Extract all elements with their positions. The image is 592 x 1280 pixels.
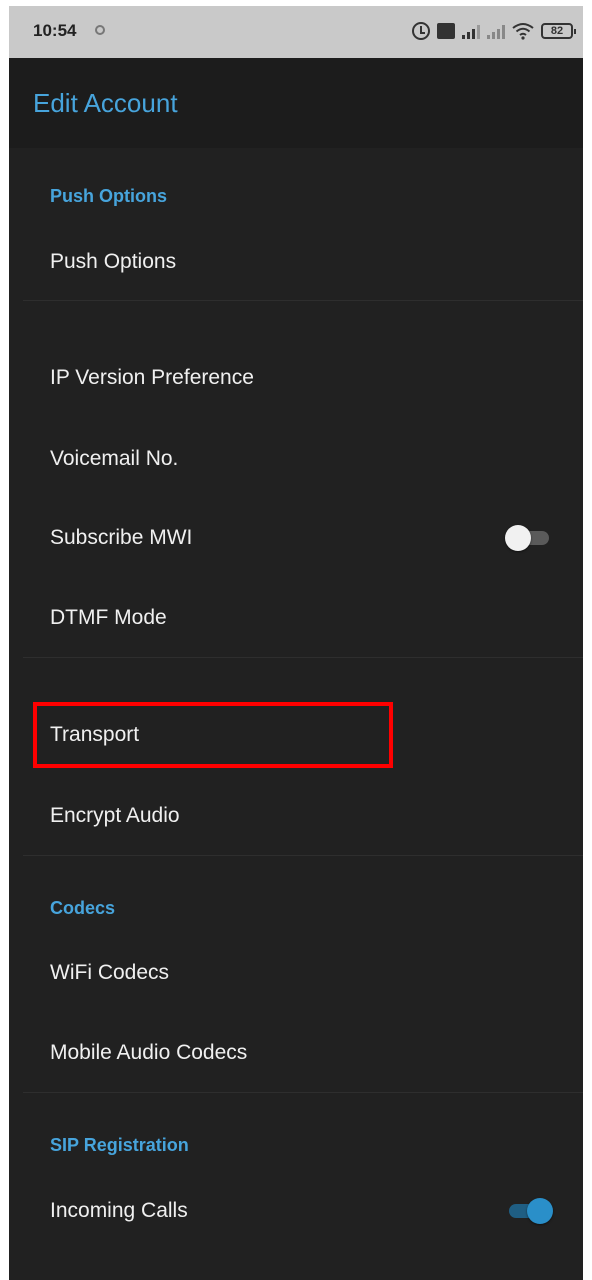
pref-label: Encrypt Audio [50, 804, 180, 827]
status-icons: 82 [412, 20, 576, 42]
pref-label: Subscribe MWI [50, 526, 193, 549]
alarm-icon [412, 22, 430, 40]
category-codecs: Codecs [50, 898, 116, 918]
subscribe-mwi-switch[interactable] [505, 525, 553, 551]
volte-icon [437, 23, 455, 39]
divider [23, 300, 583, 301]
pref-label: Mobile Audio Codecs [50, 1041, 248, 1064]
pref-mobile-audio-codecs[interactable]: Mobile Audio Codecs [9, 1018, 583, 1088]
status-time: 10:54 [33, 21, 77, 40]
pref-incoming-calls[interactable]: Incoming Calls [9, 1176, 583, 1246]
switch-thumb [505, 525, 531, 551]
pref-ip-version-preference[interactable]: IP Version Preference [9, 343, 583, 413]
pref-push-options[interactable]: Push Options [9, 227, 583, 297]
signal-icon [487, 23, 505, 39]
pref-subscribe-mwi[interactable]: Subscribe MWI [9, 503, 583, 573]
category-push-options: Push Options [50, 186, 167, 206]
divider [23, 1092, 583, 1093]
highlight-box [33, 702, 393, 768]
app-bar: Edit Account [9, 58, 583, 148]
pref-label: WiFi Codecs [50, 961, 170, 984]
pref-label: Incoming Calls [50, 1199, 188, 1222]
page-title: Edit Account [33, 88, 178, 118]
category-sip-registration: SIP Registration [50, 1135, 189, 1155]
pref-label: Voicemail No. [50, 447, 179, 470]
pref-label: IP Version Preference [50, 366, 254, 389]
pref-label: Push Options [50, 250, 177, 273]
status-bar: 10:54 82 [9, 6, 583, 58]
incoming-calls-switch[interactable] [505, 1198, 553, 1224]
wifi-icon [512, 23, 534, 40]
switch-thumb [527, 1198, 553, 1224]
signal-icon [462, 23, 480, 39]
divider [23, 855, 583, 856]
phone-screen: 10:54 82 Edit Account Push Options Push … [9, 6, 583, 1280]
battery-icon: 82 [541, 23, 576, 39]
pref-dtmf-mode[interactable]: DTMF Mode [9, 583, 583, 653]
divider [23, 657, 583, 658]
notification-icon [95, 25, 105, 35]
pref-voicemail-number[interactable]: Voicemail No. [9, 424, 583, 494]
pref-label: DTMF Mode [50, 606, 167, 629]
pref-wifi-codecs[interactable]: WiFi Codecs [9, 938, 583, 1008]
pref-encrypt-audio[interactable]: Encrypt Audio [9, 781, 583, 851]
